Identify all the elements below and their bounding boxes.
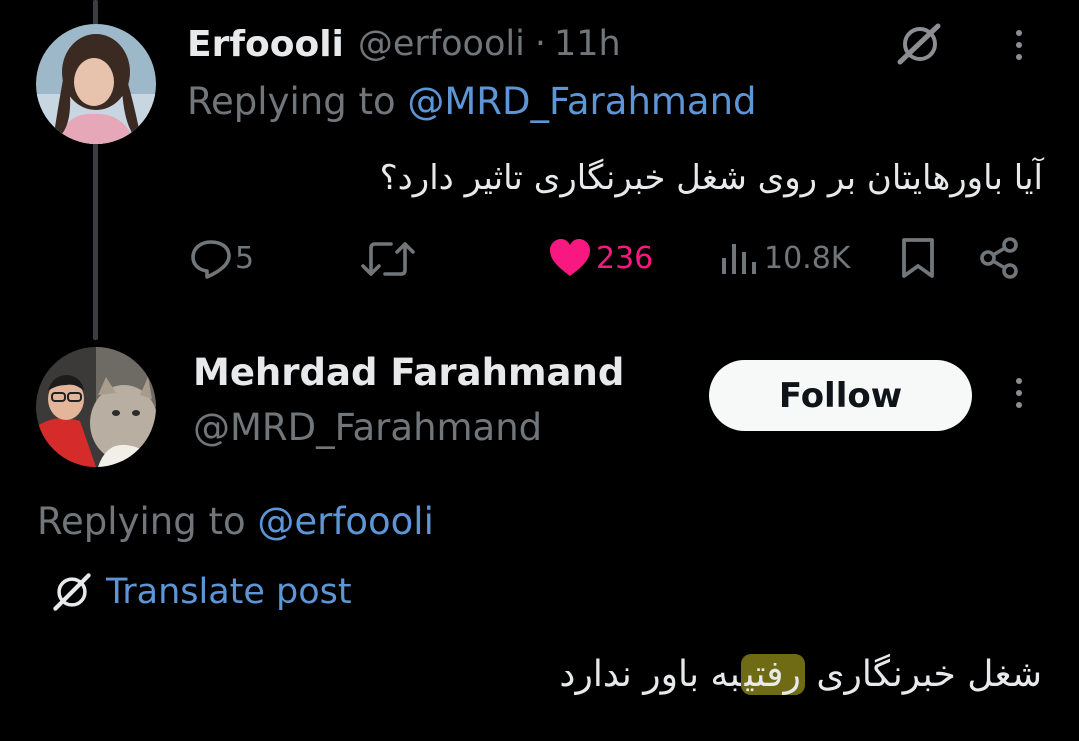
avatar-mrd-farahmand[interactable] [36,347,156,467]
post2-text-part2: به باور ندارد [559,654,741,695]
more-icon[interactable] [1016,378,1022,408]
follow-button[interactable]: Follow [709,360,972,431]
translate-post-link[interactable]: Translate post [48,566,352,618]
post2-text: شغل خبرنگاری رفتیبه باور ندارد [559,654,1042,695]
retweet-button[interactable] [361,238,415,280]
author-handle[interactable]: @MRD_Farahmand [193,406,542,449]
highlighted-word: رفتی [740,654,805,695]
translate-icon [53,573,91,611]
views-count: 10.8K [764,240,851,276]
author-handle[interactable]: @erfoooli [358,24,525,64]
post-time[interactable]: 11h [554,24,621,64]
reply-icon [191,240,231,279]
like-button[interactable]: 236 [548,236,653,280]
views-icon [722,244,756,274]
replying-to-line: Replying to @erfoooli [37,500,434,543]
reply-count: 5 [235,240,255,276]
author-name[interactable]: Mehrdad Farahmand [193,351,624,394]
translate-label: Translate post [106,572,352,612]
replying-mention[interactable]: @erfoooli [257,500,433,543]
views-button[interactable]: 10.8K [720,238,850,278]
replying-label: Replying to [37,500,246,543]
replying-to-line: Replying to @MRD_Farahmand [187,80,757,123]
post1-header: Erfoooli @erfoooli · 11h [187,18,621,70]
post2-text-part1: شغل خبرنگاری [804,654,1042,695]
more-icon[interactable] [1016,30,1022,60]
reply-button[interactable]: 5 [189,236,254,280]
avatar-erfoooli[interactable] [36,24,156,144]
heart-icon [550,239,590,276]
retweet-icon [361,242,415,276]
replying-mention[interactable]: @MRD_Farahmand [407,80,756,123]
post1-text: آیا باورهایتان بر روی شغل خبرنگاری تاثیر… [379,158,1043,198]
like-count: 236 [596,240,654,276]
share-icon[interactable] [978,236,1022,284]
author-name[interactable]: Erfoooli [187,24,344,65]
separator-dot: · [534,24,546,64]
grok-icon[interactable] [894,22,946,66]
replying-label: Replying to [187,80,396,123]
bookmark-icon[interactable] [899,236,937,284]
